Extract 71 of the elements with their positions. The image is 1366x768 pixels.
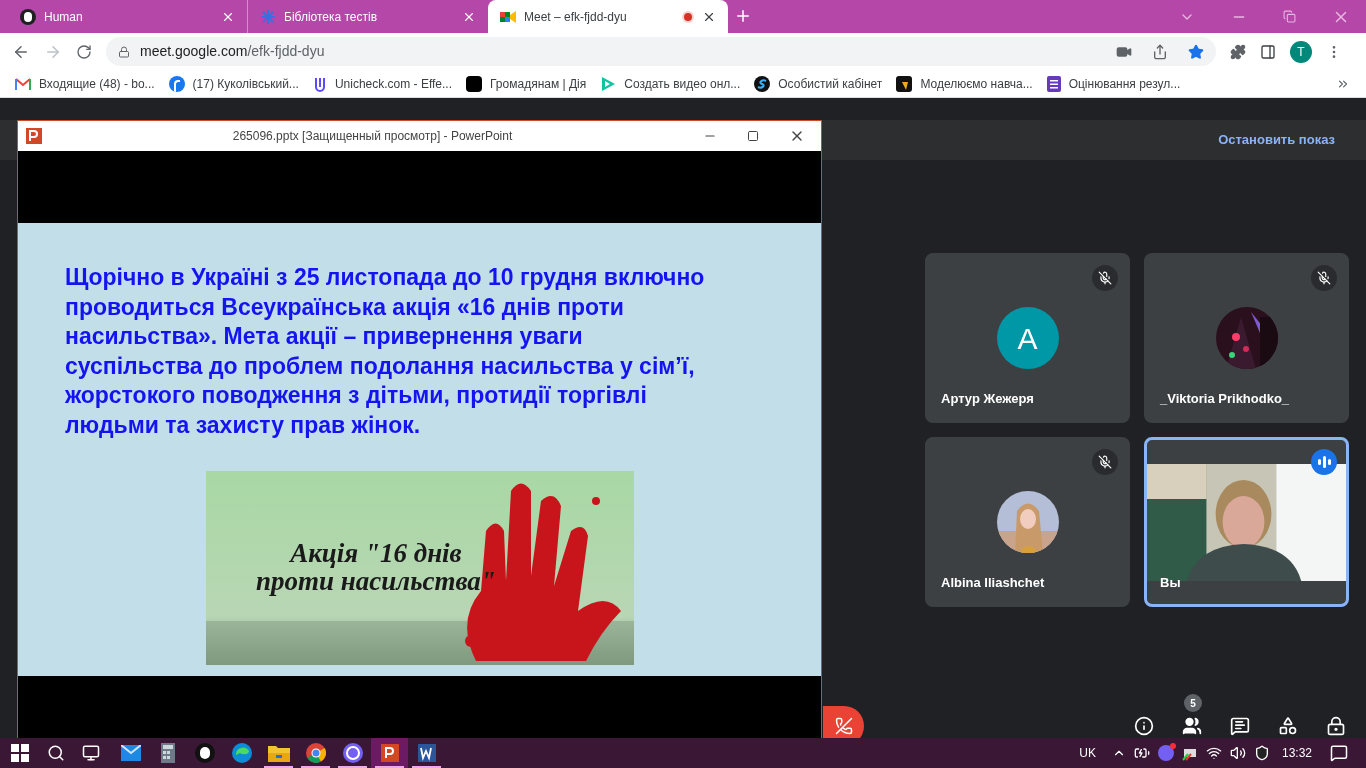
side-panel-icon[interactable] [1260, 43, 1276, 60]
bookmark[interactable]: (17) Куколівський... [168, 74, 299, 93]
powerpoint-icon [26, 128, 42, 144]
extensions-icon[interactable] [1230, 43, 1246, 60]
camera-icon [500, 9, 516, 24]
bookmark[interactable]: Громадянам | Дія [466, 74, 587, 93]
folder-icon[interactable] [267, 744, 290, 762]
play-icon [600, 75, 617, 92]
star-icon[interactable] [1188, 43, 1204, 60]
edge-icon[interactable] [231, 743, 252, 763]
chat-icon[interactable] [1230, 716, 1250, 736]
slide-text: Щорічно в Україні з 25 листопада до 10 грудня включно проводиться Всеукраїнська акція «16 днів проти насильства». Мета акції – привернення уваги суспільства до проблем подолання насильства у сім’ї, жорстокого поводження з дітьми, протидії торгівлі людьми та захисту прав жінок. [65, 263, 706, 440]
end-call-button[interactable] [823, 706, 864, 738]
volume-icon[interactable] [1229, 745, 1246, 761]
list-icon [1046, 75, 1061, 92]
maximize-icon[interactable] [747, 130, 759, 142]
head-icon[interactable] [194, 743, 215, 763]
url-text: meet.google.com/efk-fjdd-dyu [140, 42, 325, 61]
restore-icon[interactable] [1283, 10, 1296, 23]
bookmark[interactable]: Входящие (48) - bo... [15, 74, 155, 93]
people-count-badge: 5 [1184, 694, 1202, 712]
address-bar[interactable]: meet.google.com/efk-fjdd-dyu [106, 37, 1216, 66]
head-icon [20, 8, 36, 25]
avatar-letter: A [996, 307, 1059, 369]
lock-icon [118, 45, 130, 58]
bookmark[interactable]: Создать видео онл... [600, 74, 741, 93]
sphere-icon [754, 75, 771, 92]
language-indicator[interactable]: UK [1079, 744, 1096, 762]
participant-name: Вы [1160, 573, 1181, 592]
browser-tab[interactable]: Meet – efk-fjdd-dyu [488, 0, 728, 33]
share-icon[interactable] [1152, 43, 1168, 60]
bookmark[interactable]: Моделюємо навча... [896, 74, 1033, 93]
profile-avatar[interactable]: T [1290, 40, 1312, 63]
chrome-icon[interactable] [305, 743, 326, 763]
paperclip-icon [312, 75, 327, 92]
bookmark[interactable]: Unicheck.com - Effe... [312, 74, 453, 93]
logo-icon [466, 75, 483, 92]
snowflake-icon [260, 8, 276, 25]
viber-icon[interactable] [1157, 745, 1174, 761]
browser-tab[interactable]: Бібліотека тестів [248, 0, 488, 33]
bookmark[interactable]: Особистий кабінет [754, 74, 883, 93]
battery-icon[interactable] [1133, 745, 1150, 761]
bookmark[interactable]: Оцінювання резул... [1046, 74, 1181, 93]
word-icon[interactable] [417, 744, 436, 762]
security-icon[interactable] [1253, 745, 1270, 761]
activities-icon[interactable] [1278, 716, 1298, 736]
participant-name: _Viktoria Prikhodko_ [1160, 389, 1290, 408]
phone-bubble-icon[interactable] [342, 743, 363, 763]
window-title: 265096.pptx [Защищенный просмотр] - PowerPoint [231, 128, 514, 145]
audio-level-icon [1311, 449, 1337, 475]
participant-name: Albina Iliashchet [941, 573, 1045, 592]
info-icon[interactable] [1134, 716, 1154, 736]
reload-icon[interactable] [76, 43, 92, 60]
envelope-icon [15, 77, 31, 90]
people-icon[interactable] [1182, 716, 1202, 736]
new-tab-icon[interactable] [734, 7, 752, 25]
task-view-icon[interactable] [82, 744, 100, 762]
clock[interactable]: 13:32 [1281, 744, 1312, 762]
facebook-icon [168, 75, 185, 92]
search-icon[interactable] [47, 744, 65, 762]
taskbar-app[interactable] [371, 738, 408, 768]
network-icon[interactable] [1205, 745, 1222, 761]
notifications-icon[interactable] [1330, 744, 1348, 762]
mail-icon [120, 745, 141, 761]
participant-name: Артур Жежеря [941, 389, 1034, 408]
windows-start-icon[interactable] [11, 744, 29, 762]
phone-icon [834, 717, 853, 735]
stop-presenting-button[interactable]: Остановить показ [1218, 130, 1335, 150]
powerpoint-icon[interactable] [380, 744, 399, 762]
host-controls-icon[interactable] [1326, 716, 1346, 736]
calculator-icon [160, 743, 175, 763]
